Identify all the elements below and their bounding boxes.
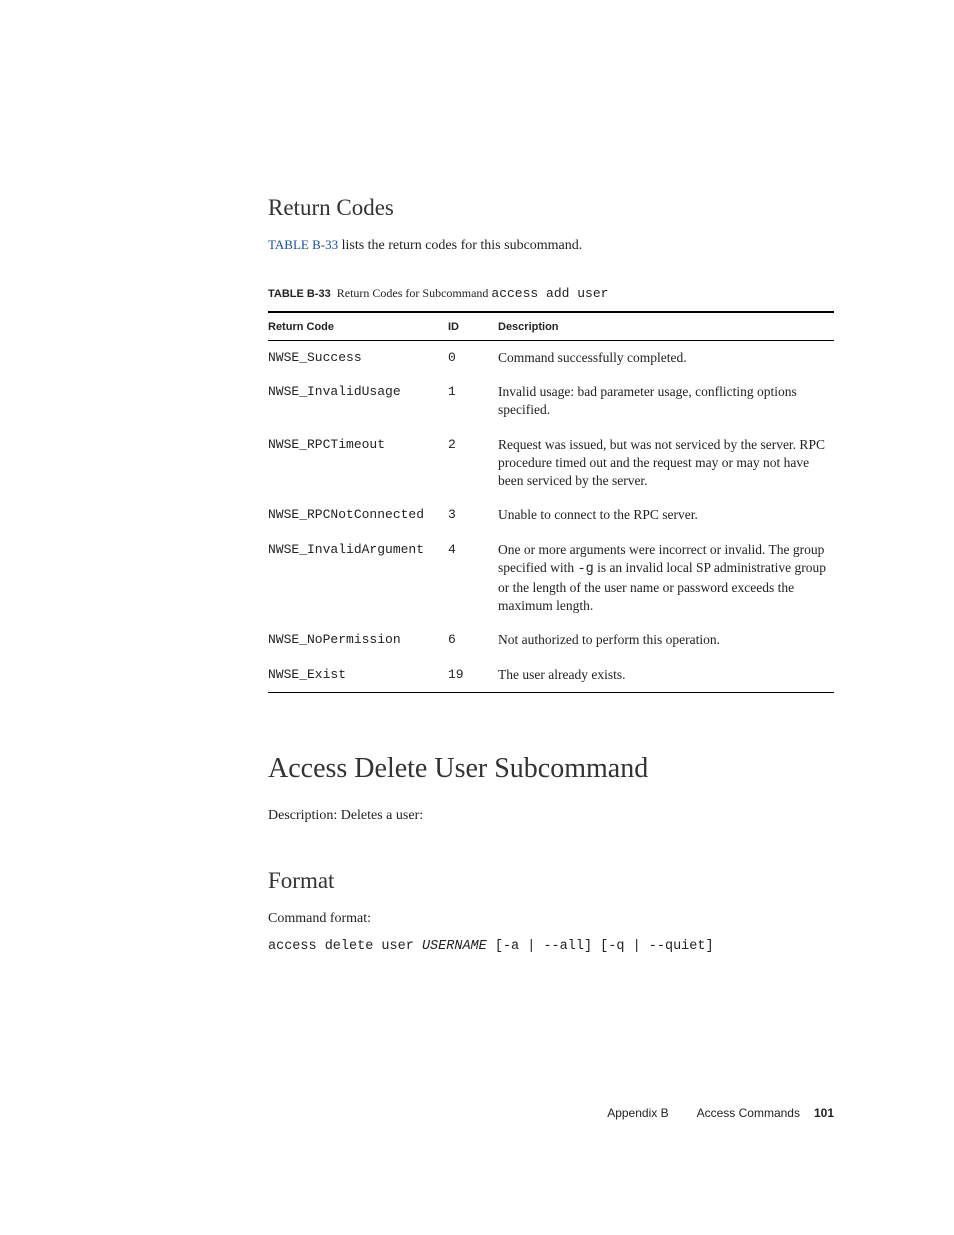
cell-id: 1 <box>448 375 498 427</box>
table-caption-command: access add user <box>491 286 608 301</box>
cmd-username: USERNAME <box>422 939 487 954</box>
table-row: NWSE_InvalidArgument 4 One or more argum… <box>268 533 834 624</box>
table-caption-label: TABLE B-33 <box>268 288 331 300</box>
section-heading-format: Format <box>268 868 834 894</box>
intro-text: lists the return codes for this subcomma… <box>338 238 582 253</box>
cell-desc: Not authorized to perform this operation… <box>498 623 834 657</box>
cell-code: NWSE_NoPermission <box>268 623 448 657</box>
table-row: NWSE_Exist 19 The user already exists. <box>268 658 834 693</box>
cell-code: NWSE_RPCNotConnected <box>268 498 448 532</box>
col-header-id: ID <box>448 312 498 341</box>
table-row: NWSE_RPCTimeout 2 Request was issued, bu… <box>268 428 834 499</box>
table-row: NWSE_InvalidUsage 1 Invalid usage: bad p… <box>268 375 834 427</box>
cmd-pre: access delete user <box>268 939 422 954</box>
desc-mono: -g <box>577 562 593 577</box>
cell-desc: One or more arguments were incorrect or … <box>498 533 834 624</box>
cell-desc: The user already exists. <box>498 658 834 693</box>
page-footer: Appendix B Access Commands 101 <box>607 1106 834 1120</box>
col-header-description: Description <box>498 312 834 341</box>
table-reference-link[interactable]: TABLE B-33 <box>268 237 338 252</box>
cmd-post: [-a | --all] [-q | --quiet] <box>487 939 714 954</box>
return-codes-table: Return Code ID Description NWSE_Success … <box>268 311 834 693</box>
table-header-row: Return Code ID Description <box>268 312 834 341</box>
cell-id: 6 <box>448 623 498 657</box>
cell-id: 4 <box>448 533 498 624</box>
cell-desc: Command successfully completed. <box>498 341 834 376</box>
table-caption: TABLE B-33 Return Codes for Subcommand a… <box>268 286 834 301</box>
cell-desc: Unable to connect to the RPC server. <box>498 498 834 532</box>
col-header-return-code: Return Code <box>268 312 448 341</box>
format-label: Command format: <box>268 908 834 929</box>
section-heading-return-codes: Return Codes <box>268 195 834 221</box>
intro-paragraph: TABLE B-33 lists the return codes for th… <box>268 235 834 256</box>
cell-code: NWSE_Exist <box>268 658 448 693</box>
cell-desc: Request was issued, but was not serviced… <box>498 428 834 499</box>
footer-title: Access Commands <box>697 1106 800 1120</box>
table-row: NWSE_Success 0 Command successfully comp… <box>268 341 834 376</box>
cell-code: NWSE_Success <box>268 341 448 376</box>
cell-id: 3 <box>448 498 498 532</box>
cell-code: NWSE_RPCTimeout <box>268 428 448 499</box>
cell-id: 0 <box>448 341 498 376</box>
section-heading-access-delete: Access Delete User Subcommand <box>268 753 834 785</box>
cell-desc: Invalid usage: bad parameter usage, conf… <box>498 375 834 427</box>
cell-code: NWSE_InvalidUsage <box>268 375 448 427</box>
table-row: NWSE_NoPermission 6 Not authorized to pe… <box>268 623 834 657</box>
description-text: Description: Deletes a user: <box>268 805 834 826</box>
cell-id: 19 <box>448 658 498 693</box>
table-row: NWSE_RPCNotConnected 3 Unable to connect… <box>268 498 834 532</box>
command-format: access delete user USERNAME [-a | --all]… <box>268 939 834 954</box>
cell-code: NWSE_InvalidArgument <box>268 533 448 624</box>
table-caption-text: Return Codes for Subcommand <box>337 286 492 300</box>
footer-appendix: Appendix B <box>607 1106 668 1120</box>
footer-page-number: 101 <box>814 1106 834 1120</box>
cell-id: 2 <box>448 428 498 499</box>
